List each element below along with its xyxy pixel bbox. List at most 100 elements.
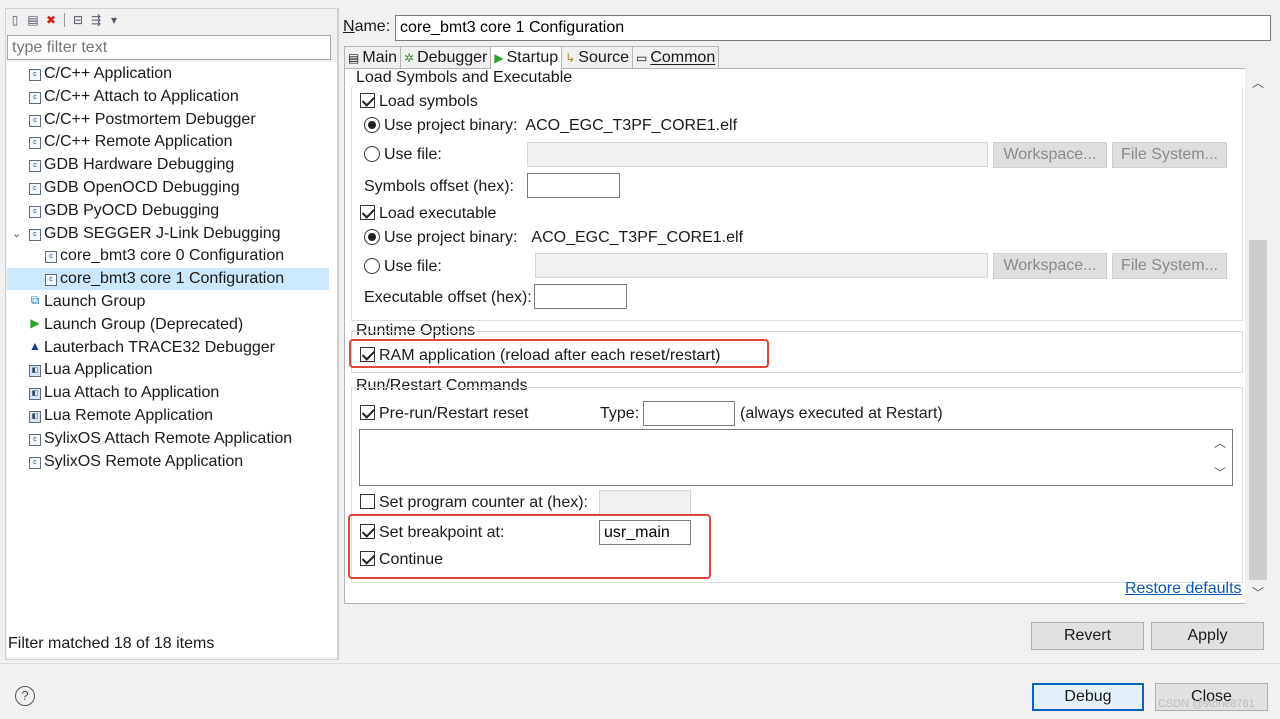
tree-item-label: C/C++ Postmortem Debugger bbox=[44, 110, 256, 128]
c-launch-icon: c bbox=[45, 251, 57, 264]
radio[interactable] bbox=[364, 229, 380, 245]
c-launch-icon: c bbox=[29, 205, 41, 218]
tree-item[interactable]: c core_bmt3 core 1 Configuration bbox=[7, 268, 329, 291]
help-icon[interactable]: ? bbox=[15, 686, 35, 706]
tree-item-label: Lua Application bbox=[44, 361, 153, 379]
type-label: Type: bbox=[600, 405, 640, 422]
load-group-title: Load Symbols and Executable bbox=[356, 69, 573, 86]
tab-scrollbar-thumb[interactable] bbox=[1249, 240, 1267, 580]
symbols-use-file-radio[interactable]: Use file: bbox=[364, 146, 442, 164]
revert-button[interactable]: Revert bbox=[1031, 622, 1144, 650]
radio[interactable] bbox=[364, 117, 380, 133]
symbols-offset-label: Symbols offset (hex): bbox=[364, 178, 514, 195]
main-tab-icon: ▤ bbox=[348, 50, 360, 65]
set-pc-checkbox[interactable]: Set program counter at (hex): bbox=[360, 494, 588, 512]
tree-item[interactable]: c C/C++ Attach to Application bbox=[29, 86, 239, 108]
apply-button[interactable]: Apply bbox=[1151, 622, 1264, 650]
tree-item[interactable]: c C/C++ Remote Application bbox=[29, 131, 233, 153]
launch-config-tree[interactable]: c C/C++ Application c C/C++ Attach to Appli… bbox=[7, 62, 337, 657]
launch-group-deprecated-icon: ▶ bbox=[30, 315, 40, 330]
tree-item-label: C/C++ Application bbox=[44, 65, 173, 82]
pre-run-reset-checkbox[interactable]: Pre-run/Restart reset bbox=[360, 405, 528, 423]
tree-item[interactable]: c core_bmt3 core 0 Configuration bbox=[45, 245, 284, 267]
tree-item[interactable]: ⧉ Launch Group bbox=[29, 291, 146, 313]
c-launch-icon: c bbox=[45, 274, 57, 287]
tab-common[interactable]: ▭ Common bbox=[631, 46, 720, 68]
load-symbols-checkbox[interactable]: Load symbols bbox=[360, 93, 478, 111]
tree-item[interactable]: ◧ Lua Attach to Application bbox=[29, 382, 219, 404]
scroll-up-icon[interactable]: ︿ bbox=[1252, 74, 1264, 91]
tree-item-label: Lua Attach to Application bbox=[44, 384, 220, 402]
tree-item-label: Lauterbach TRACE32 Debugger bbox=[44, 338, 275, 356]
symbols-binary-name: ACO_EGC_T3PF_CORE1.elf bbox=[525, 117, 738, 134]
scroll-down-icon[interactable]: ﹀ bbox=[1252, 584, 1264, 601]
tree-item-label: GDB PyOCD Debugging bbox=[44, 201, 220, 219]
c-launch-icon: c bbox=[29, 183, 41, 195]
run-commands-textarea[interactable]: ︿ ﹀ bbox=[359, 429, 1233, 486]
executable-use-project-binary-radio[interactable]: Use project binary: ACO_EGC_T3PF_CORE1.el… bbox=[364, 229, 743, 247]
tree-item[interactable]: ⌄ c GDB SEGGER J-Link Debugging bbox=[12, 223, 281, 245]
tab-main[interactable]: ▤ Main bbox=[344, 46, 402, 68]
new-config-icon[interactable]: ▯ bbox=[8, 13, 22, 27]
c-launch-icon: c bbox=[29, 456, 41, 469]
view-menu-icon[interactable]: ▾ bbox=[107, 13, 121, 27]
executable-use-file-radio[interactable]: Use file: bbox=[364, 258, 442, 276]
highlight-box bbox=[348, 514, 711, 579]
tab-source[interactable]: ↳ Source bbox=[561, 46, 633, 68]
delete-icon[interactable]: ✖ bbox=[44, 13, 58, 27]
tree-item[interactable]: c GDB OpenOCD Debugging bbox=[29, 177, 240, 199]
pane-divider[interactable] bbox=[338, 8, 339, 660]
symbols-file-system-button: File System... bbox=[1112, 142, 1227, 168]
checkbox[interactable] bbox=[360, 405, 375, 420]
tree-item[interactable]: ◧ Lua Remote Application bbox=[29, 405, 213, 427]
tree-item-label: Launch Group (Deprecated) bbox=[44, 315, 244, 333]
tree-item[interactable]: c GDB Hardware Debugging bbox=[29, 154, 234, 176]
lua-remote-icon: ◧ bbox=[29, 411, 41, 423]
textarea-scroll-up-icon[interactable]: ︿ bbox=[1214, 434, 1226, 451]
tree-item-label: GDB Hardware Debugging bbox=[44, 156, 235, 174]
filter-input[interactable] bbox=[7, 35, 331, 60]
tab-label: Debugger bbox=[417, 48, 488, 66]
textarea-scroll-down-icon[interactable]: ﹀ bbox=[1214, 464, 1226, 481]
symbols-file-field bbox=[527, 142, 988, 167]
filter-icon[interactable]: ⇶ bbox=[89, 13, 103, 27]
radio-label: Use file: bbox=[384, 258, 442, 275]
startup-tab-content: Load Symbols and Executable Load symbols… bbox=[344, 68, 1271, 604]
load-executable-checkbox[interactable]: Load executable bbox=[360, 205, 496, 223]
tree-item[interactable]: c C/C++ Postmortem Debugger bbox=[29, 109, 256, 131]
name-label: Name: bbox=[343, 18, 390, 36]
executable-offset-input[interactable] bbox=[534, 284, 627, 309]
radio[interactable] bbox=[364, 258, 380, 274]
toolbar-separator bbox=[64, 13, 65, 27]
tree-item[interactable]: c C/C++ Application bbox=[29, 63, 172, 85]
new-prototype-icon[interactable]: ▤ bbox=[26, 13, 40, 27]
debug-button[interactable]: Debug bbox=[1032, 683, 1144, 711]
reset-type-input[interactable] bbox=[643, 401, 735, 426]
tab-debugger[interactable]: ✲ Debugger bbox=[400, 46, 492, 68]
expand-chevron-icon[interactable]: ⌄ bbox=[12, 223, 21, 245]
pc-address-input bbox=[599, 490, 691, 515]
checkbox[interactable] bbox=[360, 494, 375, 509]
tree-item[interactable]: c SylixOS Attach Remote Application bbox=[29, 428, 292, 450]
tab-label: Source bbox=[578, 48, 629, 66]
collapse-all-icon[interactable]: ⊟ bbox=[71, 13, 85, 27]
executable-workspace-button: Workspace... bbox=[993, 253, 1107, 279]
checkbox[interactable] bbox=[360, 205, 375, 220]
config-name-input[interactable] bbox=[395, 15, 1271, 41]
c-launch-icon: c bbox=[29, 69, 41, 81]
name-label-mnemonic: N bbox=[343, 18, 355, 35]
tree-item[interactable]: c GDB PyOCD Debugging bbox=[29, 200, 219, 222]
restore-defaults-link[interactable]: Restore defaults bbox=[1125, 580, 1242, 598]
tree-item[interactable]: ▶ Launch Group (Deprecated) bbox=[29, 314, 243, 336]
symbols-use-project-binary-radio[interactable]: Use project binary: ACO_EGC_T3PF_CORE1.el… bbox=[364, 117, 737, 135]
tab-label: Startup bbox=[506, 49, 559, 66]
radio[interactable] bbox=[364, 146, 380, 162]
tree-item[interactable]: c SylixOS Remote Application bbox=[29, 451, 243, 473]
config-tabs: ▤ Main ✲ Debugger ▶ Startup ↳ Source ▭ Common bbox=[344, 46, 720, 69]
radio-label: Use file: bbox=[384, 146, 442, 163]
symbols-offset-input[interactable] bbox=[527, 173, 620, 198]
tree-item[interactable]: ▲ Lauterbach TRACE32 Debugger bbox=[29, 337, 275, 359]
tree-item[interactable]: ◧ Lua Application bbox=[29, 359, 153, 381]
checkbox[interactable] bbox=[360, 93, 375, 108]
tab-startup[interactable]: ▶ Startup bbox=[490, 46, 563, 69]
